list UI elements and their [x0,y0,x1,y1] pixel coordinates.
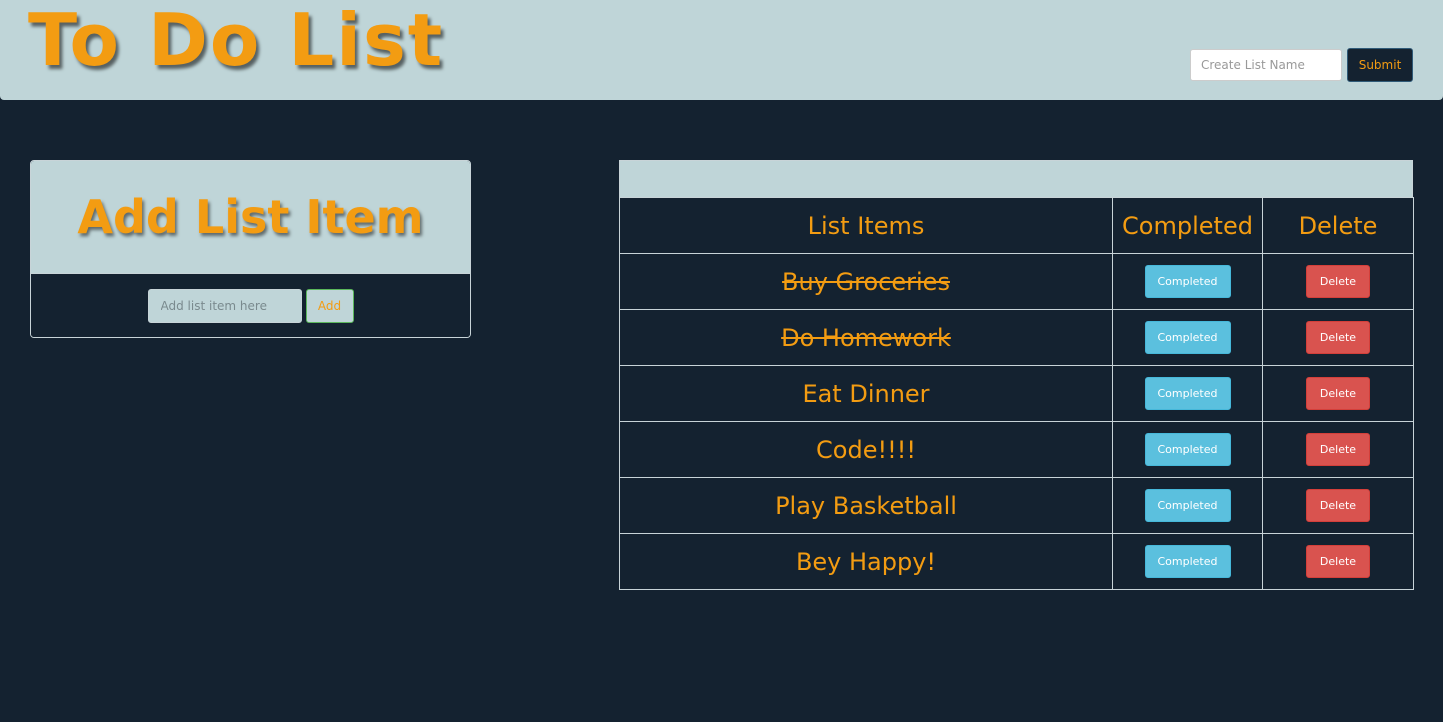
completed-button[interactable]: Completed [1144,433,1231,466]
delete-cell: Delete [1262,477,1414,534]
item-text: Buy Groceries [782,267,950,296]
completed-button[interactable]: Completed [1144,489,1231,522]
add-item-button[interactable]: Add [305,289,354,323]
todo-table: List Items Completed Delete Buy Grocerie… [619,197,1414,590]
delete-cell: Delete [1262,253,1414,310]
completed-cell: Completed [1112,365,1263,422]
item-text: Code!!!! [816,435,916,464]
delete-button[interactable]: Delete [1306,545,1370,578]
delete-button[interactable]: Delete [1306,433,1370,466]
table-header-bar [619,160,1413,197]
table-row: Bey Happy! Completed Delete [619,533,1414,590]
column-header-completed: Completed [1112,197,1263,254]
item-text: Eat Dinner [802,379,930,408]
item-text: Bey Happy! [795,547,937,576]
add-item-panel: Add List Item Add [30,160,471,338]
table-row: Code!!!! Completed Delete [619,421,1414,478]
column-header-list-items: List Items [619,197,1113,254]
completed-cell: Completed [1112,253,1263,310]
add-item-form: Add [31,273,470,337]
submit-button[interactable]: Submit [1347,48,1413,82]
add-item-title: Add List Item [77,190,424,244]
completed-cell: Completed [1112,421,1263,478]
completed-button[interactable]: Completed [1144,265,1231,298]
delete-cell: Delete [1262,365,1414,422]
add-item-panel-header: Add List Item [31,161,470,273]
completed-button[interactable]: Completed [1144,377,1231,410]
item-text: Do Homework [781,323,951,352]
item-cell: Bey Happy! [619,533,1113,590]
item-cell: Do Homework [619,309,1113,366]
todo-table-container: List Items Completed Delete Buy Grocerie… [619,160,1414,590]
column-header-delete: Delete [1262,197,1414,254]
item-cell: Play Basketball [619,477,1113,534]
delete-cell: Delete [1262,421,1414,478]
delete-cell: Delete [1262,533,1414,590]
table-header-row: List Items Completed Delete [619,197,1414,254]
item-cell: Eat Dinner [619,365,1113,422]
delete-button[interactable]: Delete [1306,265,1370,298]
table-row: Do Homework Completed Delete [619,309,1414,366]
completed-button[interactable]: Completed [1144,545,1231,578]
completed-cell: Completed [1112,309,1263,366]
delete-button[interactable]: Delete [1306,321,1370,354]
item-cell: Code!!!! [619,421,1113,478]
completed-button[interactable]: Completed [1144,321,1231,354]
add-item-input[interactable] [147,289,302,323]
item-text: Play Basketball [775,491,957,520]
list-name-input[interactable] [1190,49,1342,81]
completed-cell: Completed [1112,533,1263,590]
table-row: Play Basketball Completed Delete [619,477,1414,534]
header-bar: To Do List Submit [0,0,1443,100]
delete-button[interactable]: Delete [1306,489,1370,522]
item-cell: Buy Groceries [619,253,1113,310]
app-title: To Do List [28,0,445,82]
delete-cell: Delete [1262,309,1414,366]
table-row: Eat Dinner Completed Delete [619,365,1414,422]
table-row: Buy Groceries Completed Delete [619,253,1414,310]
completed-cell: Completed [1112,477,1263,534]
delete-button[interactable]: Delete [1306,377,1370,410]
